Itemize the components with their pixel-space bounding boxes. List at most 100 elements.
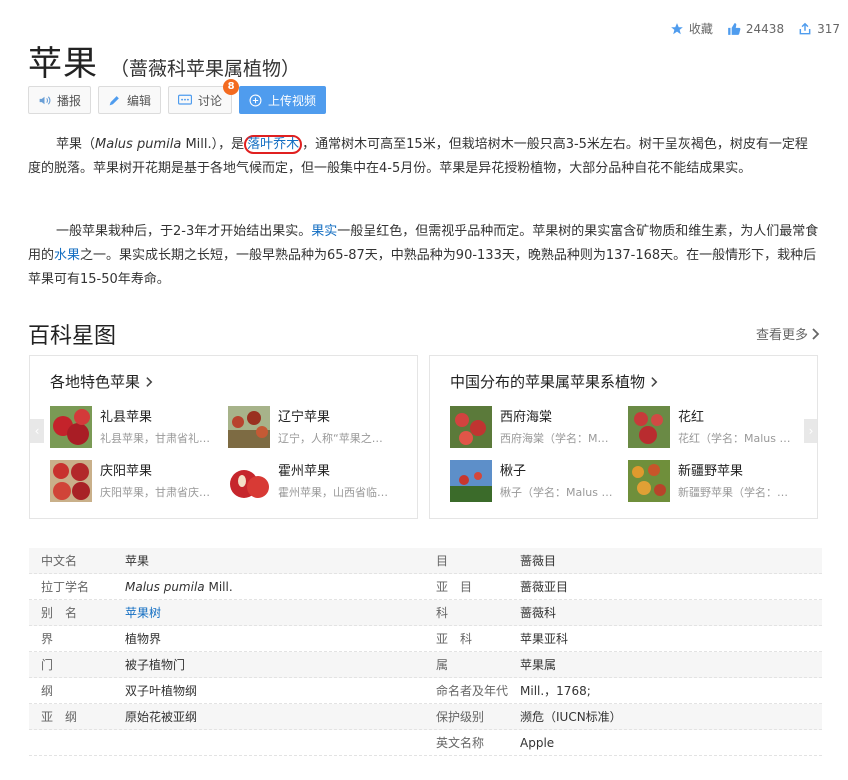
info-value: 苹果亚科 [520,632,569,646]
gallery-item[interactable]: 辽宁苹果 辽宁，人称“苹果之… [228,406,398,448]
item-desc: 新疆野苹果（学名：… [678,486,788,499]
item-name: 楸子 [500,464,527,479]
gallery-item[interactable]: 花红 花红（学名：Malus … [628,406,798,448]
info-row: 中文名 苹果 [29,548,427,574]
speaker-icon [39,95,51,105]
item-desc: 辽宁，人称“苹果之… [278,432,383,445]
info-row: 亚 纲 原始花被亚纲 [29,704,427,730]
broadcast-button[interactable]: 播报 [28,86,92,114]
chevron-right-icon [651,376,658,387]
basic-info-left: 中文名 苹果 拉丁学名 Malus pumila Mill. 别 名 苹果树 界 植物界… [29,548,427,756]
info-value: 蔷薇亚目 [520,580,569,594]
gallery-item[interactable]: 楸子 楸子（学名：Malus … [450,460,620,502]
gallery-card-regional-apples[interactable]: 各地特色苹果 礼县苹果 礼县苹果，甘肃省礼… 辽宁苹果 辽宁，人称“苹果之… 庆… [29,355,418,519]
item-desc: 楸子（学名：Malus … [500,486,613,499]
like-button[interactable]: 24438 [727,22,784,36]
discuss-label: 讨论 [198,93,223,108]
item-name: 庆阳苹果 [100,464,153,479]
info-row: 门 被子植物门 [29,652,427,678]
link-deciduous-tree[interactable]: 落叶乔木 [244,135,303,154]
item-name: 花红 [678,410,705,425]
info-row: 保护级别 濒危（IUCN标准） [424,704,822,730]
info-value: 蔷薇科 [520,606,557,620]
info-value: 苹果 [125,554,150,568]
gallery-item[interactable]: 霍州苹果 霍州苹果，山西省临… [228,460,398,502]
link-apple-tree[interactable]: 苹果树 [125,606,161,620]
card-title[interactable]: 中国分布的苹果属苹果系植物 [450,371,658,392]
info-key: 亚 目 [436,580,473,594]
info-key: 拉丁学名 [41,580,90,594]
share-icon [799,22,811,34]
star-icon [671,22,683,34]
info-key: 目 [436,554,449,568]
discuss-count-badge: 8 [223,79,240,95]
page-subtitle: （蔷薇科苹果属植物） [110,58,301,80]
item-name: 辽宁苹果 [278,410,331,425]
chat-icon [178,94,193,105]
info-value: 苹果树 [125,604,161,621]
info-row: 亚 科 苹果亚科 [424,626,822,652]
info-row: 命名者及年代 Mill.，1768; [424,678,822,704]
info-key: 中文名 [41,554,78,568]
toolbar: 播报 编辑 讨论 8 上传视频 [28,79,327,114]
page-stats: 收藏 24438 317 [670,20,840,37]
info-row: 目 蔷薇目 [424,548,822,574]
page-header: 苹果 （蔷薇科苹果属植物） [28,36,300,85]
like-count: 24438 [745,21,785,36]
info-value: 植物界 [125,632,162,646]
item-desc: 庆阳苹果，甘肃省庆… [100,486,210,499]
info-key: 保护级别 [436,710,485,724]
item-thumbnail [228,406,270,448]
gallery-title: 百科星图 [28,324,117,349]
info-key: 科 [436,606,449,620]
chevron-right-icon [146,376,153,387]
info-row: 英文名称 Apple [424,730,822,756]
info-value: 双子叶植物纲 [125,684,198,698]
gallery-item[interactable]: 新疆野苹果 新疆野苹果（学名：… [628,460,798,502]
info-row: 亚 目 蔷薇亚目 [424,574,822,600]
info-value: 蔷薇目 [520,554,557,568]
upload-video-button[interactable]: 上传视频 [239,86,327,114]
favorite-label: 收藏 [688,22,713,36]
info-row: 纲 双子叶植物纲 [29,678,427,704]
info-key: 英文名称 [436,736,485,750]
link-fruit-body[interactable]: 果实 [311,224,337,239]
item-thumbnail [628,460,670,502]
gallery-item[interactable]: 西府海棠 西府海棠（学名：M… [450,406,620,448]
item-thumbnail [450,406,492,448]
info-value: 被子植物门 [125,658,186,672]
info-value: Mill.，1768; [520,684,591,698]
info-value: 苹果属 [520,658,557,672]
pencil-icon [109,95,119,105]
info-key: 命名者及年代 [436,684,509,698]
item-desc: 西府海棠（学名：M… [500,432,609,445]
gallery-item[interactable]: 庆阳苹果 庆阳苹果，甘肃省庆… [50,460,220,502]
info-row-empty [29,730,427,756]
share-count: 317 [817,21,840,36]
item-thumbnail [450,460,492,502]
upload-video-label: 上传视频 [268,93,317,108]
item-name: 新疆野苹果 [678,464,744,479]
plus-circle-icon [249,94,262,106]
item-name: 西府海棠 [500,410,553,425]
favorite-button[interactable]: 收藏 [670,20,713,37]
card-title-label: 中国分布的苹果属苹果系植物 [450,373,646,391]
info-key: 纲 [41,684,54,698]
edit-button[interactable]: 编辑 [98,86,162,114]
see-more-link[interactable]: 查看更多 [756,324,820,343]
info-row: 别 名 苹果树 [29,600,427,626]
share-button[interactable]: 317 [798,22,840,36]
discuss-button[interactable]: 讨论 8 [168,79,240,114]
info-row: 界 植物界 [29,626,427,652]
link-fruit[interactable]: 水果 [54,248,80,263]
gallery-card-malus-species[interactable]: 中国分布的苹果属苹果系植物 西府海棠 西府海棠（学名：M… 花红 花红（学名：M… [429,355,818,519]
info-value: Apple [520,735,555,750]
info-row: 属 苹果属 [424,652,822,678]
card-title[interactable]: 各地特色苹果 [50,371,153,392]
edit-label: 编辑 [127,93,152,108]
item-desc: 花红（学名：Malus … [678,432,791,445]
info-key: 亚 纲 [41,710,78,724]
info-row: 科 蔷薇科 [424,600,822,626]
gallery-item[interactable]: 礼县苹果 礼县苹果，甘肃省礼… [50,406,220,448]
text-span: Mill.），是 [181,137,245,152]
